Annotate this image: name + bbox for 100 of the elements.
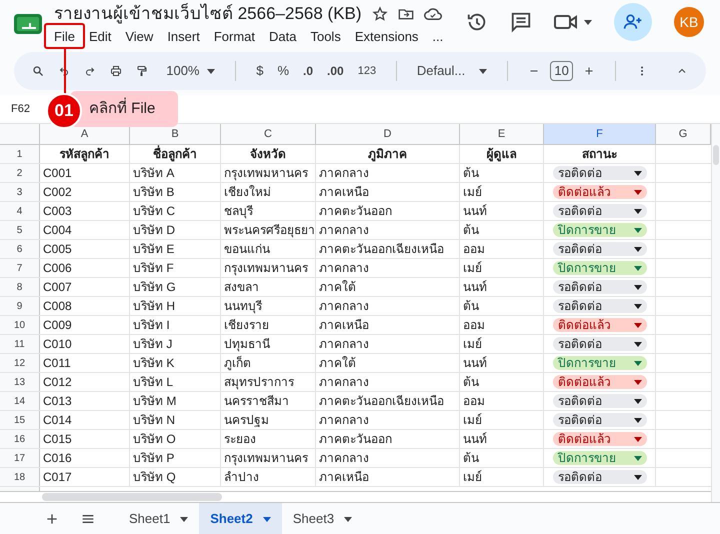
table-cell-text: C004	[43, 222, 72, 239]
menu-item[interactable]: Format	[206, 27, 262, 47]
sheet-tab[interactable]: Sheet2	[199, 503, 282, 534]
row-number[interactable]: 13	[0, 373, 40, 391]
caret-icon	[634, 190, 642, 194]
horizontal-scrollbar[interactable]	[42, 493, 222, 501]
status-chip[interactable]: ติดต่อแล้ว	[553, 318, 647, 332]
document-title[interactable]: รายงานผู้เข้าชมเว็บไซต์ 2566–2568 (KB)	[54, 1, 362, 27]
caret-icon	[180, 516, 188, 522]
menu-item[interactable]: Data	[262, 27, 304, 47]
table-cell-text: บริษัท F	[133, 260, 174, 277]
status-chip[interactable]: รอติดต่อ	[553, 242, 647, 256]
history-icon[interactable]	[466, 11, 488, 33]
table-cell-text: เมย์	[463, 412, 482, 429]
row-number[interactable]: 14	[0, 392, 40, 410]
table-cell-text: ต้น	[463, 450, 479, 467]
spreadsheet-logo-icon[interactable]	[14, 14, 42, 34]
font-size-field[interactable]: 10	[550, 61, 574, 81]
video-call-button[interactable]	[554, 12, 592, 32]
table-cell-text: บริษัท G	[133, 279, 176, 296]
status-chip[interactable]: ปิดการขาย	[553, 451, 647, 465]
paint-format-icon[interactable]	[136, 63, 148, 79]
table-cell-text: C011	[43, 355, 71, 372]
status-chip[interactable]: รอติดต่อ	[553, 470, 647, 484]
star-icon[interactable]	[372, 6, 388, 22]
table-cell-text: บริษัท B	[133, 184, 174, 201]
table-cell-text: ภาคตะวันออก	[319, 431, 392, 448]
status-chip[interactable]: ปิดการขาย	[553, 356, 647, 370]
currency-button[interactable]: $	[256, 61, 264, 81]
row-number[interactable]: 17	[0, 449, 40, 467]
table-cell-text: บริษัท J	[133, 336, 172, 353]
table-cell-text: ขอนแก่น	[224, 241, 270, 258]
percent-button[interactable]: %	[277, 61, 290, 81]
table-cell-text: ภูเก็ต	[224, 354, 251, 372]
caret-icon	[262, 516, 271, 522]
row-number[interactable]: 12	[0, 354, 40, 372]
menu-item[interactable]: Insert	[160, 27, 207, 47]
row-number[interactable]: 15	[0, 411, 40, 429]
status-chip[interactable]: รอติดต่อ	[553, 166, 647, 180]
row-number[interactable]: 16	[0, 430, 40, 448]
table-cell-text: ภาคตะวันออก	[319, 203, 392, 220]
print-icon[interactable]	[110, 63, 122, 79]
status-chip[interactable]: รอติดต่อ	[553, 299, 647, 313]
row-number[interactable]: 1	[0, 145, 40, 163]
status-chip[interactable]: รอติดต่อ	[553, 413, 647, 427]
caret-icon	[634, 436, 642, 442]
name-box[interactable]: F62	[11, 100, 30, 118]
table-cell-text: จังหวัด	[250, 146, 286, 163]
row-number[interactable]: 10	[0, 316, 40, 334]
menu-item[interactable]: View	[118, 27, 160, 47]
decrease-decimal-button[interactable]: .0	[303, 62, 314, 80]
table-cell-text: บริษัท I	[133, 317, 170, 334]
status-chip[interactable]: รอติดต่อ	[553, 204, 647, 218]
caret-icon	[634, 418, 642, 422]
row-number[interactable]: 2	[0, 164, 40, 182]
status-chip[interactable]: รอติดต่อ	[553, 337, 647, 351]
status-chip[interactable]: ติดต่อแล้ว	[553, 185, 647, 199]
row-number[interactable]: 4	[0, 202, 40, 220]
row-number[interactable]: 11	[0, 335, 40, 353]
row-number[interactable]: 7	[0, 259, 40, 277]
vertical-scrollbar[interactable]	[713, 145, 719, 165]
row-number[interactable]: 5	[0, 221, 40, 239]
table-cell-text: รหัสลูกค้า	[60, 146, 110, 163]
font-dropdown[interactable]: Defaul...	[416, 61, 488, 81]
table-cell-text: บริษัท L	[133, 374, 174, 391]
cloud-icon[interactable]	[424, 6, 442, 22]
table-cell-text: บริษัท H	[133, 298, 175, 315]
status-chip[interactable]: ปิดการขาย	[553, 223, 647, 237]
comment-icon[interactable]	[510, 11, 532, 33]
row-number[interactable]: 6	[0, 240, 40, 258]
column-header[interactable]: D	[316, 124, 460, 144]
row-number[interactable]: 18	[0, 468, 40, 486]
menu-item[interactable]: ...	[425, 27, 450, 47]
sheet-tab[interactable]: Sheet1	[118, 503, 200, 534]
status-chip[interactable]: รอติดต่อ	[553, 394, 647, 408]
status-chip[interactable]: ติดต่อแล้ว	[553, 375, 647, 389]
table-cell-text: กรุงเทพมหานคร	[224, 165, 308, 182]
row-number[interactable]: 8	[0, 278, 40, 296]
menu-item[interactable]: File	[47, 27, 82, 47]
menu-item[interactable]: Edit	[82, 27, 118, 47]
status-chip[interactable]: ปิดการขาย	[553, 261, 647, 275]
table-cell-text: นนทบุรี	[224, 298, 262, 315]
table-cell-text: นนท์	[463, 279, 487, 296]
zoom-dropdown[interactable]: 100%	[166, 61, 216, 81]
table-cell-text: C009	[43, 317, 72, 334]
caret-icon	[344, 516, 352, 522]
highlight-frame	[44, 23, 85, 49]
increase-decimal-button[interactable]: .00	[327, 62, 344, 80]
column-header[interactable]: F	[544, 124, 656, 144]
share-button[interactable]	[614, 3, 652, 41]
status-chip[interactable]: ติดต่อแล้ว	[553, 432, 647, 446]
row-number[interactable]: 3	[0, 183, 40, 201]
menu-item[interactable]: Extensions	[348, 27, 426, 47]
table-cell-text: บริษัท D	[133, 222, 175, 239]
status-chip[interactable]: รอติดต่อ	[553, 280, 647, 294]
menu-item[interactable]: Tools	[303, 27, 348, 47]
number-format-button[interactable]: 123	[358, 62, 376, 80]
row-number[interactable]: 9	[0, 297, 40, 315]
sheet-tab[interactable]: Sheet3	[282, 503, 364, 534]
column-header[interactable]: C	[221, 124, 316, 144]
